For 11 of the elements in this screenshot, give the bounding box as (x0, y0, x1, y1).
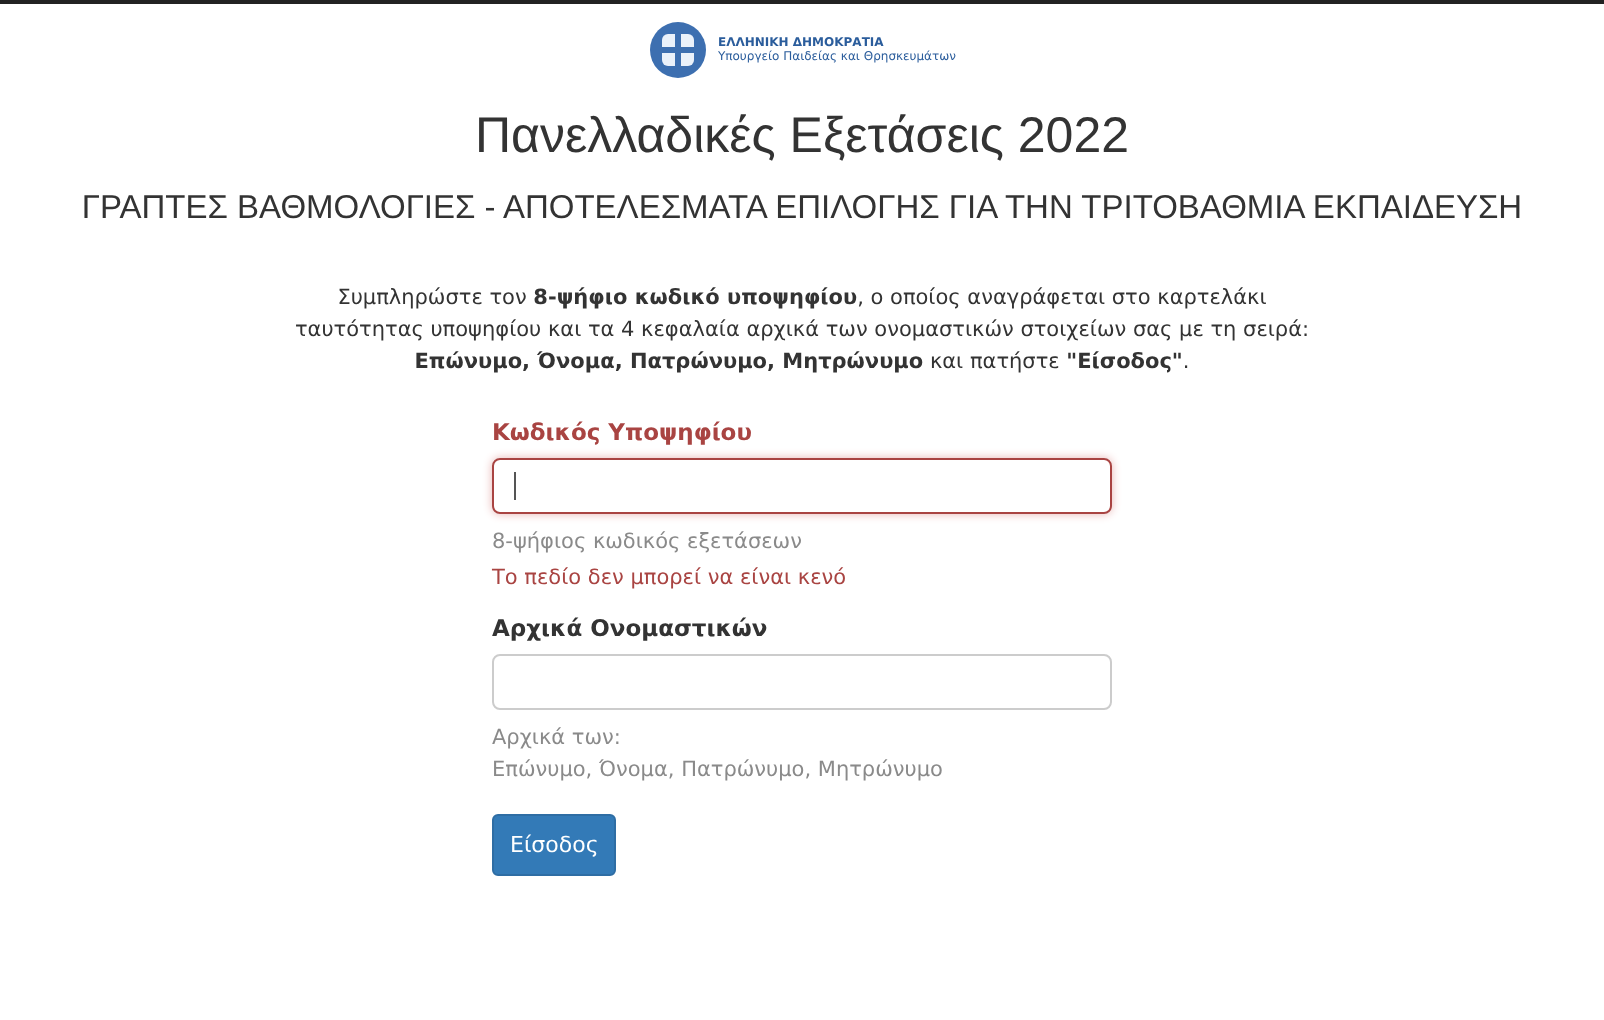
instructions-text: Συμπληρώστε τον 8-ψήφιο κωδικό υποψηφίου, ο οποίος αναγράφεται στο καρτελάκι ταυτότητας υποψηφίου και τα 4 κεφαλαία αρχικά των ονομαστικών στοιχείων σας με τη σειρά: Επώνυμο, Όνομα, Πατρώνυμο, Μητρώνυμο και πατήστε "Είσοδος". (294, 284, 1310, 378)
field-hint: 8-ψήφιος κωδικός εξετάσεων (492, 528, 802, 558)
submit-button[interactable]: Είσοδος (492, 814, 617, 876)
input-field[interactable] (492, 458, 1112, 514)
field-label: Αρχικά Ονομαστικών (492, 614, 768, 642)
field-hint: Αρχικά των: Επώνυμο, Όνομα, Πατρώνυμο, Μητρώνυμο (492, 724, 943, 786)
field-label: Κωδικός Υποψηφίου (492, 418, 752, 446)
page-title: Πανελλαδικές Εξετάσεις 2022 (474, 108, 1130, 166)
page-subtitle: ΓΡΑΠΤΕΣ ΒΑΘΜΟΛΟΓΙΕΣ - ΑΠΟΤΕΛΕΣΜΑΤΑ ΕΠΙΛΟΓΗΣ ΓΙΑ ΤΗΝ ΤΡΙΤΟΒΑΘΜΙΑ ΕΚΠΑΙΔΕΥΣΗ (81, 190, 1523, 228)
emblem-icon (647, 20, 708, 80)
error-message: Το πεδίο δεν μπορεί να είναι κενό (492, 566, 847, 590)
